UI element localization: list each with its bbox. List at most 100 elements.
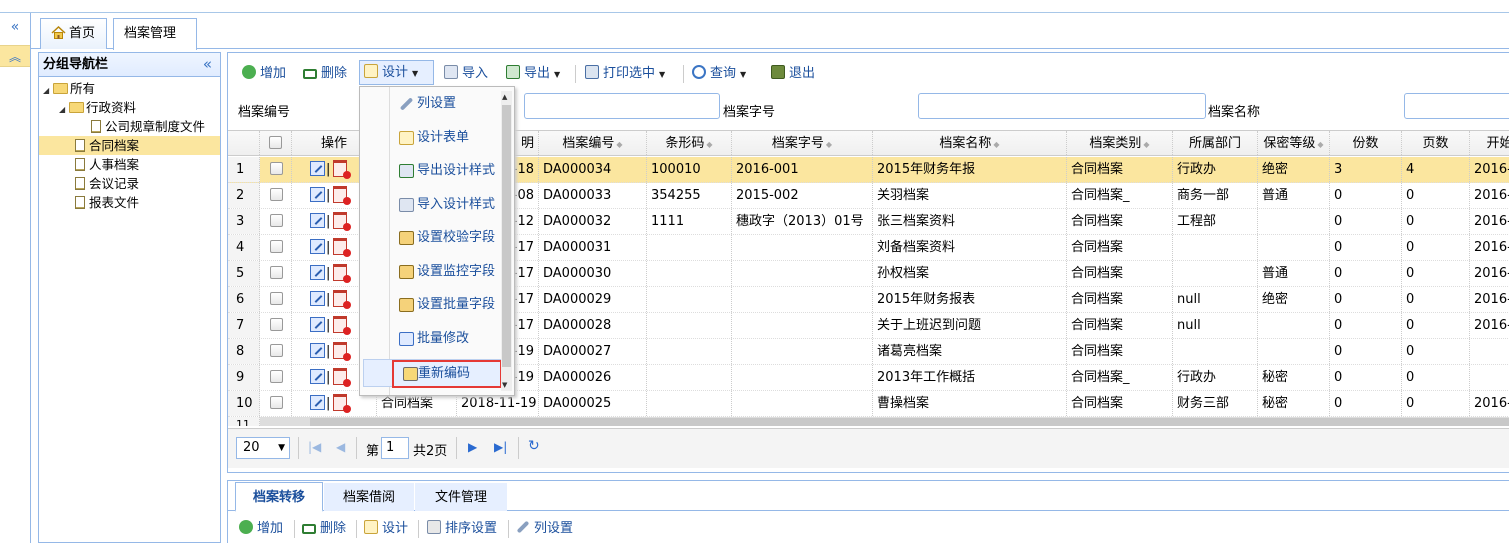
bottom-sort-button[interactable]: 排序设置: [427, 518, 497, 540]
header-secret[interactable]: 保密等级 ◆: [1258, 131, 1330, 155]
menu-item-batch-fields[interactable]: 设置批量字段: [360, 291, 501, 319]
header-pages[interactable]: 页数: [1402, 131, 1470, 155]
edit-icon[interactable]: [310, 369, 325, 384]
trash-icon[interactable]: [333, 264, 352, 283]
edit-icon[interactable]: [310, 395, 325, 410]
menu-item-batch-edit[interactable]: 批量修改: [360, 325, 501, 353]
collapse-navigator-icon[interactable]: «: [203, 53, 212, 76]
row-checkbox-cell[interactable]: [260, 209, 292, 234]
delete-button[interactable]: 删除: [303, 63, 347, 85]
trash-icon[interactable]: [333, 368, 352, 387]
menu-item-export-design[interactable]: 导出设计样式: [360, 157, 501, 185]
exit-button[interactable]: 退出: [771, 63, 815, 85]
scrollbar-thumb[interactable]: [310, 418, 1509, 426]
header-word[interactable]: 档案字号 ◆: [732, 131, 873, 155]
page-number-input[interactable]: 1: [381, 437, 409, 459]
menu-item-design-form[interactable]: 设计表单: [360, 124, 501, 152]
tab-home[interactable]: 首页: [40, 18, 107, 49]
tree-node-rules[interactable]: 公司规章制度文件: [91, 117, 205, 136]
refresh-icon[interactable]: ↻: [528, 438, 540, 454]
add-button[interactable]: 增加: [242, 63, 286, 85]
bottom-delete-button[interactable]: 删除: [302, 518, 346, 540]
design-menu-button[interactable]: 设计 ▼: [359, 60, 434, 85]
tree-node-all[interactable]: ◢ 所有: [43, 79, 95, 98]
archive-name-input[interactable]: [1404, 93, 1509, 119]
row-checkbox-cell[interactable]: [260, 287, 292, 312]
row-checkbox-cell[interactable]: [260, 261, 292, 286]
tab-archive-borrow[interactable]: 档案借阅: [324, 483, 414, 511]
trash-icon[interactable]: [333, 238, 352, 257]
row-checkbox-cell[interactable]: [260, 313, 292, 338]
checkbox[interactable]: [270, 162, 283, 175]
header-start[interactable]: 开始: [1470, 131, 1509, 155]
prev-page-icon[interactable]: ◀: [336, 440, 345, 454]
bottom-design-button[interactable]: 设计: [364, 518, 408, 540]
header-copies[interactable]: 份数: [1330, 131, 1402, 155]
tab-archive-management[interactable]: 档案管理×: [113, 18, 197, 69]
tree-node-meetings[interactable]: 会议记录: [75, 174, 139, 193]
trash-icon[interactable]: [333, 290, 352, 309]
menu-item-validation-fields[interactable]: 设置校验字段: [360, 224, 501, 252]
bottom-columns-button[interactable]: 列设置: [516, 518, 573, 540]
edit-icon[interactable]: [310, 161, 325, 176]
expand-triangle-icon[interactable]: ◢: [59, 100, 69, 119]
header-code[interactable]: 档案编号 ◆: [539, 131, 647, 155]
edit-icon[interactable]: [310, 343, 325, 358]
checkbox[interactable]: [270, 344, 283, 357]
edit-icon[interactable]: [310, 317, 325, 332]
print-selected-button[interactable]: 打印选中 ▼: [585, 63, 665, 85]
archive-word-input[interactable]: [918, 93, 1206, 119]
checkbox[interactable]: [270, 240, 283, 253]
row-checkbox-cell[interactable]: [260, 365, 292, 390]
row-checkbox-cell[interactable]: [260, 391, 292, 416]
checkbox[interactable]: [270, 266, 283, 279]
checkbox[interactable]: [270, 318, 283, 331]
row-checkbox-cell[interactable]: [260, 235, 292, 260]
trash-icon[interactable]: [333, 394, 352, 413]
tree-node-hr[interactable]: 人事档案: [75, 155, 139, 174]
scroll-down-icon[interactable]: ▼: [502, 381, 507, 389]
scrollbar-thumb[interactable]: [502, 105, 511, 367]
trash-icon[interactable]: [333, 160, 352, 179]
page-size-select[interactable]: 20 ▼: [236, 437, 290, 459]
edit-icon[interactable]: [310, 187, 325, 202]
expand-triangle-icon[interactable]: ◢: [43, 81, 53, 100]
checkbox[interactable]: [270, 396, 283, 409]
menu-item-column-settings[interactable]: 列设置: [360, 90, 501, 118]
header-dept[interactable]: 所属部门: [1173, 131, 1258, 155]
checkbox[interactable]: [270, 214, 283, 227]
trash-icon[interactable]: [333, 342, 352, 361]
tree-node-admin[interactable]: ◢ 行政资料: [59, 98, 136, 117]
trash-icon[interactable]: [333, 186, 352, 205]
checkbox[interactable]: [270, 370, 283, 383]
header-category[interactable]: 档案类别 ◆: [1067, 131, 1173, 155]
scroll-up-icon[interactable]: ▲: [502, 93, 507, 101]
query-button[interactable]: 查询 ▼: [692, 63, 746, 85]
row-checkbox-cell[interactable]: [260, 183, 292, 208]
menu-item-import-design[interactable]: 导入设计样式: [360, 191, 501, 219]
first-page-icon[interactable]: |◀: [308, 440, 321, 454]
tab-archive-transfer[interactable]: 档案转移: [235, 482, 323, 512]
header-barcode[interactable]: 条形码 ◆: [647, 131, 732, 155]
checkbox[interactable]: [270, 292, 283, 305]
collapse-left-icon[interactable]: «: [0, 13, 30, 41]
bottom-add-button[interactable]: 增加: [239, 518, 283, 540]
archive-code-input[interactable]: [524, 93, 720, 119]
trash-icon[interactable]: [333, 316, 352, 335]
header-name[interactable]: 档案名称 ◆: [873, 131, 1067, 155]
checkbox[interactable]: [270, 188, 283, 201]
row-checkbox-cell[interactable]: [260, 339, 292, 364]
header-select-all[interactable]: [260, 131, 292, 155]
tree-node-contracts[interactable]: 合同档案: [39, 136, 220, 155]
edit-icon[interactable]: [310, 265, 325, 280]
edit-icon[interactable]: [310, 213, 325, 228]
checkbox[interactable]: [269, 136, 282, 149]
last-page-icon[interactable]: ▶|: [494, 440, 507, 454]
tree-node-reports[interactable]: 报表文件: [75, 193, 139, 212]
import-button[interactable]: 导入: [444, 63, 488, 85]
tab-file-management[interactable]: 文件管理: [415, 483, 507, 511]
menu-scrollbar[interactable]: ▲ ▼: [501, 91, 512, 391]
next-page-icon[interactable]: ▶: [468, 440, 477, 454]
row-checkbox-cell[interactable]: [260, 157, 292, 182]
horizontal-scrollbar[interactable]: [260, 417, 1509, 426]
